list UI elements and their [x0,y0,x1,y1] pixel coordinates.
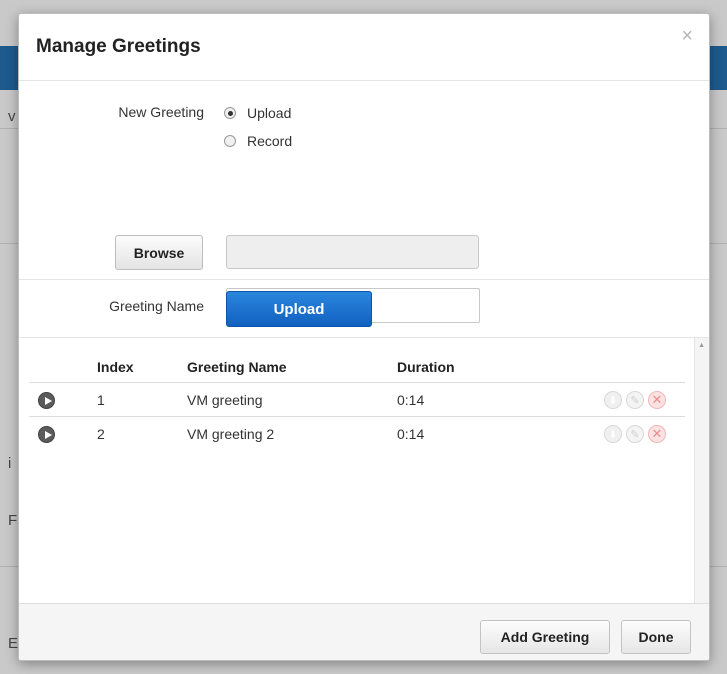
row-duration: 0:14 [397,426,425,442]
background-text: i [8,455,12,472]
dialog-header: Manage Greetings × [19,14,709,81]
upload-section: Upload [19,280,709,338]
background-text: v [8,108,16,125]
dialog-title: Manage Greetings [36,36,201,57]
column-header-duration: Duration [397,359,455,375]
greetings-list: Index Greeting Name Duration 1 VM greeti… [19,338,709,604]
row-index: 1 [97,392,105,408]
row-greeting-name: VM greeting 2 [187,426,275,442]
radio-upload[interactable]: Upload [224,105,291,121]
header-divider [29,382,685,383]
done-button[interactable]: Done [621,620,691,654]
row-divider [29,416,685,417]
radio-record-label: Record [247,133,293,149]
row-greeting-name: VM greeting [187,392,263,408]
edit-icon[interactable]: ✎ [626,425,644,443]
add-greeting-button[interactable]: Add Greeting [480,620,610,654]
radio-upload-label: Upload [247,105,292,121]
row-index: 2 [97,426,105,442]
radio-record[interactable]: Record [224,133,292,149]
list-scrollbar[interactable]: ▲ [694,338,709,604]
close-icon[interactable]: × [681,26,693,46]
column-header-index: Index [97,359,134,375]
manage-greetings-dialog: Manage Greetings × New Greeting Upload R… [18,13,710,661]
new-greeting-form: New Greeting Upload Record Browse Greeti… [19,81,709,323]
download-icon[interactable]: ⬇ [604,391,622,409]
play-icon[interactable] [38,426,55,443]
delete-icon[interactable]: ✕ [648,425,666,443]
delete-icon[interactable]: ✕ [648,391,666,409]
browse-button[interactable]: Browse [115,235,203,270]
dialog-footer: Add Greeting Done [19,603,709,660]
upload-button[interactable]: Upload [226,291,372,327]
download-icon[interactable]: ⬇ [604,425,622,443]
file-path-field[interactable] [226,235,479,269]
background-text: E [8,635,19,652]
radio-upload-control[interactable] [224,107,236,119]
edit-icon[interactable]: ✎ [626,391,644,409]
play-icon[interactable] [38,392,55,409]
background-text: F [8,512,18,529]
scroll-up-icon[interactable]: ▲ [698,342,705,349]
column-header-greeting-name: Greeting Name [187,359,287,375]
new-greeting-label: New Greeting [118,104,204,120]
radio-record-control[interactable] [224,135,236,147]
row-duration: 0:14 [397,392,425,408]
